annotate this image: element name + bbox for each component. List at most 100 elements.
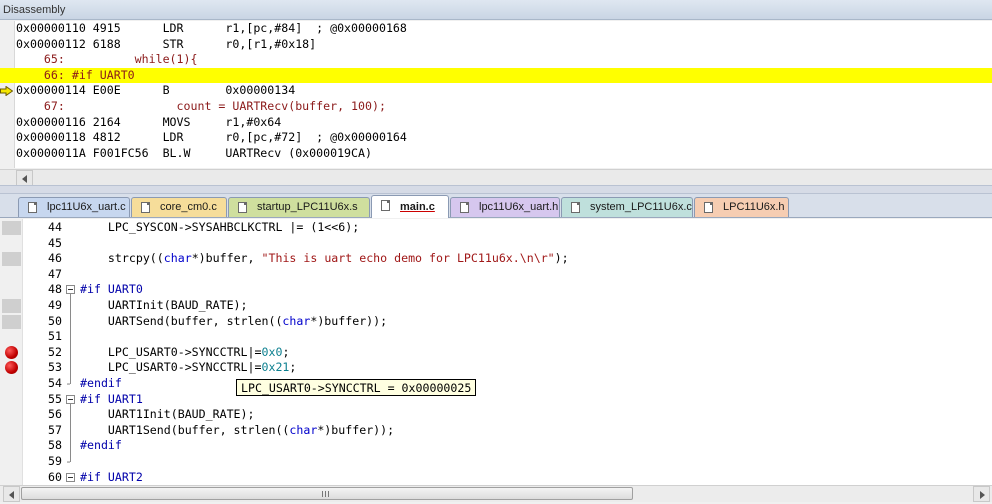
code-text: strcpy((char*)buffer, "This is uart echo… bbox=[80, 251, 569, 266]
code-line[interactable]: 49 UARTInit(BAUD_RATE); bbox=[0, 298, 992, 314]
disassembly-line[interactable]: 0x00000110 4915 LDR r1,[pc,#84] ; @0x000… bbox=[0, 21, 992, 37]
disassembly-line-text: 0x0000011A F001FC56 BL.W UARTRecv (0x000… bbox=[16, 145, 372, 160]
code-line[interactable]: 53 LPC_USART0->SYNCCTRL|=0x21; bbox=[0, 360, 992, 376]
pane-splitter[interactable] bbox=[0, 185, 992, 194]
editor-scroll-thumb[interactable] bbox=[21, 487, 633, 500]
file-icon bbox=[28, 202, 37, 213]
tab-startup-lpc11u6x-s[interactable]: startup_LPC11U6x.s bbox=[228, 197, 370, 217]
file-icon bbox=[141, 202, 150, 213]
disassembly-line-text: 67: count = UARTRecv(buffer, 100); bbox=[16, 99, 386, 113]
code-text: #if UART0 bbox=[80, 282, 143, 297]
file-icon bbox=[381, 200, 390, 211]
disassembly-view[interactable]: 0x00000110 4915 LDR r1,[pc,#84] ; @0x000… bbox=[0, 21, 992, 168]
line-number: 55 bbox=[48, 391, 62, 406]
fold-collapse-icon[interactable] bbox=[66, 394, 75, 404]
editor-scroll-left-button[interactable] bbox=[3, 486, 20, 502]
tab-label: main.c bbox=[400, 201, 435, 213]
disassembly-line[interactable]: 0x00000116 2164 MOVS r1,#0x64 bbox=[0, 115, 992, 131]
line-number: 50 bbox=[48, 313, 62, 328]
fold-collapse-icon[interactable] bbox=[66, 285, 75, 295]
line-number: 59 bbox=[48, 454, 62, 468]
fold-collapse-icon[interactable] bbox=[66, 472, 75, 482]
code-line[interactable]: 57 UART1Send(buffer, strlen((char*)buffe… bbox=[0, 423, 992, 439]
disassembly-line[interactable]: 0x00000112 6188 STR r0,[r1,#0x18] bbox=[0, 37, 992, 53]
line-number: 54 bbox=[48, 376, 62, 390]
line-number: 51 bbox=[48, 329, 62, 344]
code-text: #if UART1 bbox=[80, 391, 143, 406]
disassembly-line[interactable]: 65: while(1){ bbox=[0, 52, 992, 68]
fold-guide bbox=[70, 294, 71, 384]
code-line[interactable]: 56 UART1Init(BAUD_RATE); bbox=[0, 407, 992, 423]
file-icon bbox=[238, 202, 247, 213]
line-number: 52 bbox=[48, 344, 62, 359]
line-number: 47 bbox=[48, 266, 62, 281]
tab-lpc11u6x-h[interactable]: LPC11U6x.h bbox=[694, 197, 789, 217]
disassembly-title-bar: Disassembly bbox=[0, 0, 992, 20]
code-line[interactable]: 46 strcpy((char*)buffer, "This is uart e… bbox=[0, 251, 992, 267]
line-number: 46 bbox=[48, 251, 62, 266]
code-line[interactable]: 55 #if UART1 bbox=[0, 392, 992, 408]
disassembly-line-text: 0x00000116 2164 MOVS r1,#0x64 bbox=[16, 114, 282, 129]
disassembly-line-text: 0x00000112 6188 STR r0,[r1,#0x18] bbox=[16, 36, 317, 51]
breakpoint-icon[interactable] bbox=[5, 345, 18, 359]
tab-label: system_LPC11U6x.c bbox=[590, 201, 692, 213]
line-number: 44 bbox=[48, 220, 62, 234]
executable-line-marker[interactable] bbox=[2, 252, 21, 267]
code-line[interactable]: 59- bbox=[0, 454, 992, 470]
disassembly-horizontal-scrollbar[interactable] bbox=[0, 169, 992, 186]
line-number: 57 bbox=[48, 422, 62, 437]
editor-scroll-right-button[interactable] bbox=[973, 486, 990, 502]
breakpoint-icon[interactable] bbox=[5, 361, 18, 375]
disassembly-line-text: 0x00000118 4812 LDR r0,[pc,#72] ; @0x000… bbox=[16, 130, 407, 145]
code-text: UARTInit(BAUD_RATE); bbox=[80, 298, 248, 312]
disassembly-line-text: 65: while(1){ bbox=[16, 52, 198, 67]
tab-lpc11u6x-uart-c[interactable]: lpc11U6x_uart.c bbox=[18, 197, 130, 217]
code-text: #endif bbox=[80, 438, 122, 453]
code-line[interactable]: 45 bbox=[0, 236, 992, 252]
code-text: LPC_SYSCON->SYSAHBCLKCTRL |= (1<<6); bbox=[80, 220, 360, 234]
tab-core-cm0-c[interactable]: core_cm0.c bbox=[131, 197, 227, 217]
tab-system-lpc11u6x-c[interactable]: system_LPC11U6x.c bbox=[561, 197, 693, 217]
file-icon bbox=[571, 202, 580, 213]
file-icon bbox=[460, 202, 469, 213]
code-editor[interactable]: 44 LPC_SYSCON->SYSAHBCLKCTRL |= (1<<6); 4… bbox=[0, 219, 992, 485]
disassembly-scroll-left-button[interactable] bbox=[16, 170, 33, 186]
disassembly-line-text: 66: #if UART0 bbox=[16, 67, 135, 82]
executable-line-marker[interactable] bbox=[2, 314, 21, 329]
disassembly-line-text: 0x00000110 4915 LDR r1,[pc,#84] ; @0x000… bbox=[16, 21, 407, 35]
code-line[interactable]: 58 #endif bbox=[0, 438, 992, 454]
file-icon bbox=[704, 202, 713, 213]
tab-label: lpc11U6x_uart.h bbox=[479, 201, 559, 213]
code-line[interactable]: 48 #if UART0 bbox=[0, 282, 992, 298]
disassembly-line[interactable]: 67: count = UARTRecv(buffer, 100); bbox=[0, 99, 992, 115]
code-text: UART1Init(BAUD_RATE); bbox=[80, 407, 255, 422]
code-text: UARTSend(buffer, strlen((char*)buffer)); bbox=[80, 313, 388, 328]
tab-label: lpc11U6x_uart.c bbox=[47, 201, 126, 213]
code-line[interactable]: 51 bbox=[0, 329, 992, 345]
editor-tab-bar: lpc11U6x_uart.c core_cm0.c startup_LPC11U6… bbox=[0, 194, 992, 218]
editor-horizontal-scrollbar[interactable] bbox=[0, 485, 992, 502]
code-line[interactable]: 44 LPC_SYSCON->SYSAHBCLKCTRL |= (1<<6); bbox=[0, 220, 992, 236]
disassembly-line[interactable]: 66: #if UART0 bbox=[0, 67, 992, 84]
tab-label: LPC11U6x.h bbox=[723, 201, 785, 213]
disassembly-line[interactable]: 0x00000118 4812 LDR r0,[pc,#72] ; @0x000… bbox=[0, 130, 992, 146]
line-number: 56 bbox=[48, 407, 62, 422]
fold-guide bbox=[70, 403, 71, 462]
code-line[interactable]: 60 #if UART2 bbox=[0, 470, 992, 485]
disassembly-line[interactable]: 0x0000011A F001FC56 BL.W UARTRecv (0x000… bbox=[0, 146, 992, 162]
code-text: LPC_USART0->SYNCCTRL|=0x0; bbox=[80, 344, 290, 359]
code-line[interactable]: 54- #endif bbox=[0, 376, 992, 392]
variable-tooltip: LPC_USART0->SYNCCTRL = 0x00000025 bbox=[236, 379, 477, 396]
line-number: 58 bbox=[48, 438, 62, 453]
executable-line-marker[interactable] bbox=[2, 221, 21, 235]
code-line[interactable]: 50 UARTSend(buffer, strlen((char*)buffer… bbox=[0, 314, 992, 330]
tab-main-c[interactable]: main.c bbox=[371, 195, 449, 218]
tab-lpc11u6x-uart-h[interactable]: lpc11U6x_uart.h bbox=[450, 197, 560, 217]
line-number: 60 bbox=[48, 469, 62, 484]
disassembly-line[interactable]: 0x00000114 E00E B 0x00000134 bbox=[0, 83, 992, 99]
disassembly-title: Disassembly bbox=[3, 4, 66, 16]
executable-line-marker[interactable] bbox=[2, 299, 21, 313]
code-line[interactable]: 52 LPC_USART0->SYNCCTRL|=0x0; bbox=[0, 345, 992, 361]
code-line[interactable]: 47 bbox=[0, 267, 992, 283]
tab-label: core_cm0.c bbox=[160, 201, 217, 213]
